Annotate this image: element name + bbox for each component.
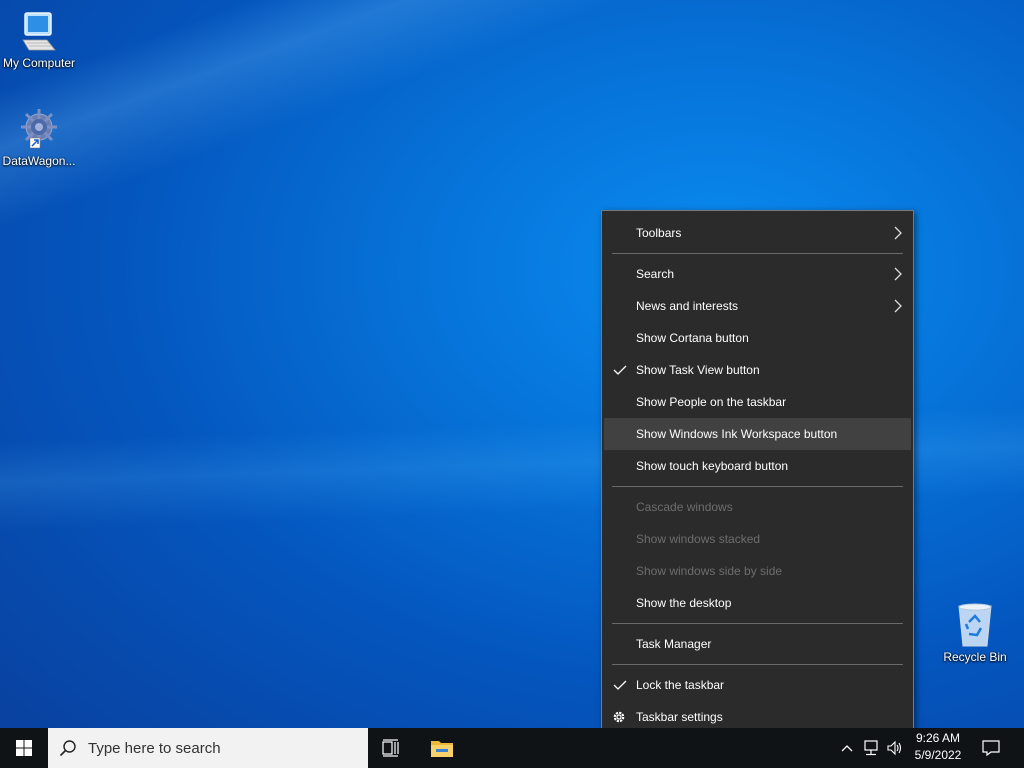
desktop-icon-recycle-bin[interactable]: Recycle Bin	[936, 602, 1014, 664]
menu-item-label: Show People on the taskbar	[636, 395, 787, 409]
taskbar-search-box[interactable]: Type here to search	[48, 728, 368, 768]
speaker-icon	[887, 740, 902, 756]
monitor-icon	[0, 8, 78, 54]
menu-item-label: Cascade windows	[636, 500, 733, 514]
windows-logo-icon	[16, 740, 32, 756]
start-button[interactable]	[0, 728, 48, 768]
desktop-icon-my-computer[interactable]: My Computer	[0, 8, 78, 70]
menu-item-show-windows-ink[interactable]: Show Windows Ink Workspace button	[604, 418, 911, 450]
clock-time: 9:26 AM	[915, 731, 961, 745]
volume-button[interactable]	[884, 728, 906, 768]
menu-item-search[interactable]: Search	[602, 258, 913, 290]
task-view-icon	[382, 739, 399, 757]
desktop-icon-datawagon[interactable]: DataWagon...	[0, 106, 78, 168]
menu-item-show-desktop[interactable]: Show the desktop	[602, 587, 913, 619]
desktop-icon-label: My Computer	[2, 56, 76, 70]
network-button[interactable]	[860, 728, 882, 768]
gear-app-icon	[0, 106, 78, 152]
menu-item-news-and-interests[interactable]: News and interests	[602, 290, 913, 322]
menu-item-cascade-windows: Cascade windows	[602, 491, 913, 523]
desktop-icon-label: DataWagon...	[2, 154, 76, 168]
desktop-icon-label: Recycle Bin	[943, 650, 1007, 664]
chevron-right-icon	[894, 226, 902, 240]
task-view-button[interactable]	[368, 728, 416, 768]
menu-item-label: Taskbar settings	[636, 710, 723, 724]
menu-item-show-windows-stacked: Show windows stacked	[602, 523, 913, 555]
chevron-right-icon	[894, 299, 902, 313]
menu-separator	[612, 486, 903, 487]
menu-item-show-touch-keyboard[interactable]: Show touch keyboard button	[602, 450, 913, 482]
search-placeholder: Type here to search	[88, 739, 221, 757]
clock-date: 5/9/2022	[914, 748, 962, 762]
chevron-right-icon	[894, 267, 902, 281]
recycle-bin-icon	[936, 602, 1014, 648]
search-icon	[48, 728, 88, 768]
action-center-button[interactable]	[976, 728, 1006, 768]
check-icon	[613, 365, 627, 375]
menu-item-label: Show Task View button	[636, 363, 760, 377]
menu-item-label: Show Windows Ink Workspace button	[636, 427, 838, 441]
taskbar-clock[interactable]: 9:26 AM 5/9/2022	[908, 730, 968, 764]
menu-item-show-cortana[interactable]: Show Cortana button	[602, 322, 913, 354]
menu-item-label: Task Manager	[636, 637, 712, 651]
check-icon	[613, 680, 627, 690]
menu-item-label: Show Cortana button	[636, 331, 749, 345]
menu-item-show-windows-side-by-side: Show windows side by side	[602, 555, 913, 587]
menu-item-label: Lock the taskbar	[636, 678, 725, 692]
menu-item-task-manager[interactable]: Task Manager	[602, 628, 913, 660]
menu-item-label: Show windows stacked	[636, 532, 761, 546]
settings-gear-icon	[613, 711, 625, 723]
show-hidden-icons-button[interactable]	[838, 728, 856, 768]
taskbar: Type here to search 9:26 AM 5/9/2022	[0, 728, 1024, 768]
menu-item-lock-taskbar[interactable]: Lock the taskbar	[602, 669, 913, 701]
file-explorer-icon	[431, 741, 453, 757]
menu-item-label: Show windows side by side	[636, 564, 783, 578]
menu-item-label: Toolbars	[636, 226, 682, 240]
menu-separator	[612, 664, 903, 665]
menu-separator	[612, 623, 903, 624]
file-explorer-button[interactable]	[418, 728, 466, 768]
notification-icon	[982, 740, 1000, 756]
menu-item-label: Search	[636, 267, 675, 281]
menu-separator	[612, 253, 903, 254]
taskbar-context-menu: Toolbars Search News and interests Show …	[601, 210, 914, 744]
network-icon	[864, 740, 878, 756]
menu-item-label: News and interests	[636, 299, 739, 313]
menu-item-label: Show touch keyboard button	[636, 459, 789, 473]
menu-item-show-people[interactable]: Show People on the taskbar	[602, 386, 913, 418]
menu-item-label: Show the desktop	[636, 596, 732, 610]
menu-item-toolbars[interactable]: Toolbars	[602, 217, 913, 249]
chevron-up-icon	[841, 745, 853, 752]
menu-item-show-task-view[interactable]: Show Task View button	[602, 354, 913, 386]
